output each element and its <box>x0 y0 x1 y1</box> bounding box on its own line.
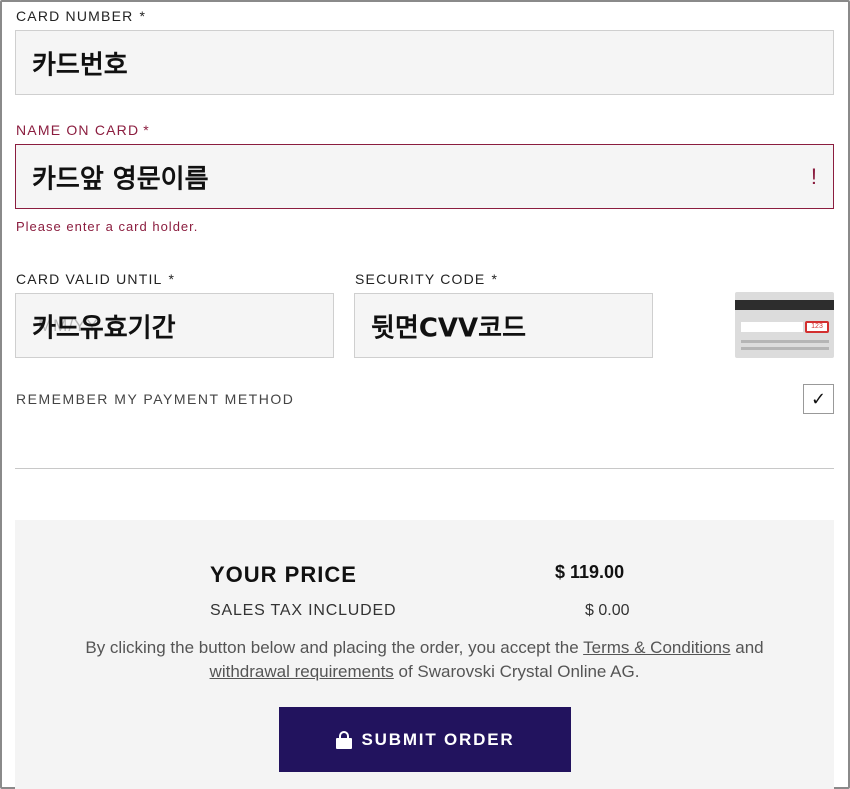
required-mark: * <box>143 122 150 138</box>
required-mark: * <box>139 8 147 24</box>
card-valid-until-value: 카드유효기간 <box>32 313 176 343</box>
card-number-input[interactable]: 카드번호 <box>15 30 834 95</box>
sales-tax-label: SALES TAX INCLUDED <box>210 602 397 619</box>
cvv-code-highlight: 123 <box>805 321 829 333</box>
card-valid-until-input[interactable]: MM/YY 카드유효기간 <box>15 293 334 358</box>
your-price-label: YOUR PRICE <box>210 562 357 587</box>
sales-tax-value: $ 0.00 <box>585 602 630 619</box>
name-on-card-error-message: Please enter a card holder. <box>16 219 199 234</box>
withdrawal-requirements-link[interactable]: withdrawal requirements <box>210 662 394 681</box>
required-mark: * <box>491 271 499 287</box>
checkmark-icon: ✓ <box>810 389 827 409</box>
security-code-label: SECURITY CODE * <box>355 271 499 287</box>
order-summary: YOUR PRICE $ 119.00 SALES TAX INCLUDED $… <box>15 520 834 789</box>
name-on-card-label: NAME ON CARD * <box>16 122 150 138</box>
terms-text: By clicking the button below and placing… <box>85 638 764 681</box>
magnetic-stripe <box>735 300 834 310</box>
terms-conditions-link[interactable]: Terms & Conditions <box>583 638 730 657</box>
card-line <box>741 340 829 343</box>
lock-icon <box>335 730 352 749</box>
remember-payment-label: REMEMBER MY PAYMENT METHOD <box>16 391 295 407</box>
card-line <box>741 347 829 350</box>
name-on-card-value: 카드앞 영문이름 <box>32 164 209 194</box>
submit-order-label: SUBMIT ORDER <box>361 729 515 749</box>
error-icon: ! <box>810 163 817 189</box>
name-on-card-input[interactable]: 카드앞 영문이름 ! <box>15 144 834 209</box>
card-number-value: 카드번호 <box>32 50 128 80</box>
submit-order-button[interactable]: SUBMIT ORDER <box>279 707 571 772</box>
divider <box>15 468 834 469</box>
your-price-value: $ 119.00 <box>555 562 625 582</box>
security-code-input[interactable]: 뒷면CVV코드 <box>354 293 653 358</box>
card-valid-until-label: CARD VALID UNTIL * <box>16 271 176 287</box>
card-number-label: CARD NUMBER * <box>16 8 147 24</box>
security-code-value: 뒷면CVV코드 <box>371 313 527 343</box>
signature-strip <box>741 322 803 332</box>
required-mark: * <box>168 271 176 287</box>
cvv-card-icon: 123 <box>735 292 834 358</box>
remember-payment-checkbox[interactable]: ✓ <box>803 384 834 414</box>
